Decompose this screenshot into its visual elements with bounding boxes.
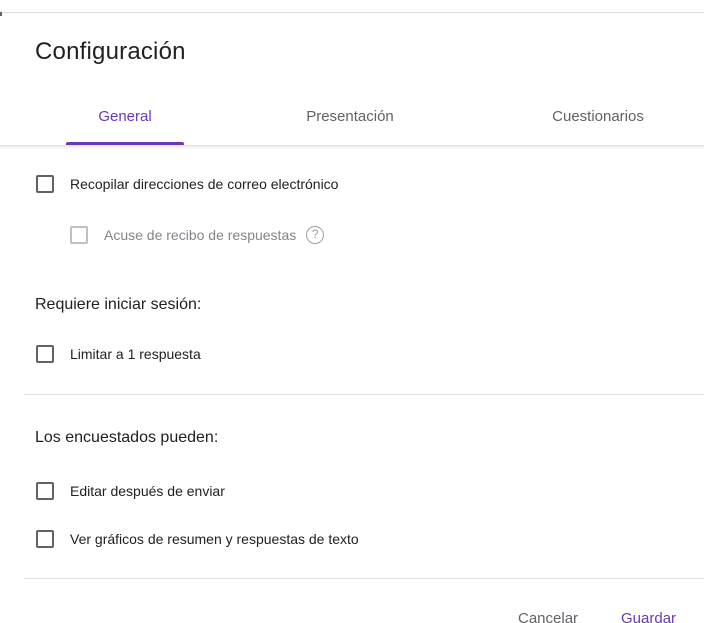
cancel-button[interactable]: Cancelar <box>518 610 578 623</box>
section-divider <box>24 394 704 395</box>
tab-presentation-label: Presentación <box>306 108 394 125</box>
limit-one-response-option[interactable]: Limitar a 1 respuesta <box>36 345 201 363</box>
edit-after-submit-checkbox[interactable] <box>36 482 54 500</box>
response-receipts-checkbox <box>70 226 88 244</box>
limit-one-response-label: Limitar a 1 respuesta <box>70 346 201 362</box>
tab-quizzes-label: Cuestionarios <box>552 108 644 125</box>
tab-bar-shadow <box>0 145 704 149</box>
edit-after-submit-label: Editar después de enviar <box>70 483 225 499</box>
see-summary-checkbox[interactable] <box>36 530 54 548</box>
settings-dialog: Configuración General Presentación Cuest… <box>0 0 704 623</box>
see-summary-label: Ver gráficos de resumen y respuestas de … <box>70 531 359 547</box>
tab-bar: General Presentación Cuestionarios <box>0 100 704 146</box>
dialog-title: Configuración <box>35 38 186 65</box>
collect-emails-option[interactable]: Recopilar direcciones de correo electrón… <box>36 175 338 193</box>
edit-after-submit-option[interactable]: Editar después de enviar <box>36 482 225 500</box>
tab-presentation[interactable]: Presentación <box>290 100 410 146</box>
question-circle-icon[interactable]: ? <box>306 226 325 244</box>
respondents-heading: Los encuestados pueden: <box>35 429 219 446</box>
tab-general[interactable]: General <box>66 100 184 146</box>
collect-emails-label: Recopilar direcciones de correo electrón… <box>70 176 339 192</box>
see-summary-option[interactable]: Ver gráficos de resumen y respuestas de … <box>36 530 359 548</box>
tab-general-label: General <box>98 108 152 125</box>
sign-in-heading: Requiere iniciar sesión: <box>35 296 202 313</box>
limit-one-response-checkbox[interactable] <box>36 345 54 363</box>
response-receipts-label: Acuse de recibo de respuestas <box>104 227 297 243</box>
tab-quizzes[interactable]: Cuestionarios <box>536 100 660 146</box>
dialog-corner-mark <box>0 12 2 16</box>
response-receipts-option: Acuse de recibo de respuestas ? <box>70 226 325 244</box>
collect-emails-checkbox[interactable] <box>36 175 54 193</box>
save-button[interactable]: Guardar <box>621 610 676 623</box>
footer-divider <box>24 578 704 579</box>
dialog-top-edge <box>0 12 704 13</box>
